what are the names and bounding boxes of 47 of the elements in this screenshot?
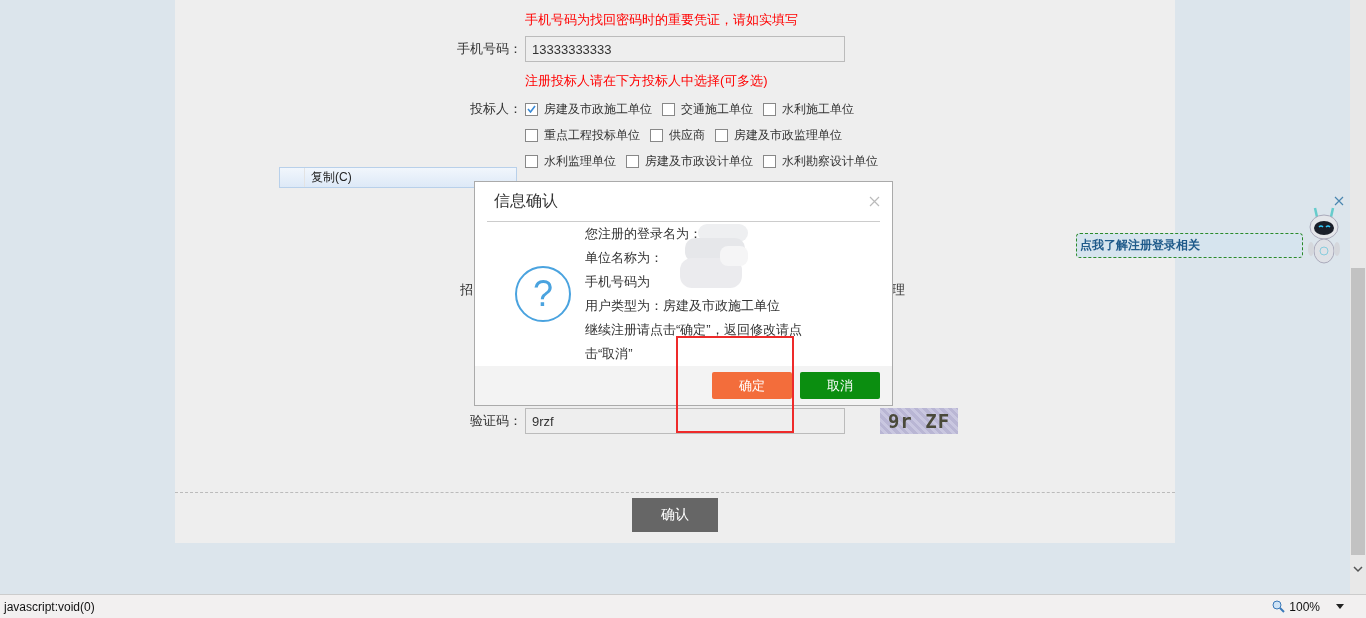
dialog-title: 信息确认	[494, 191, 558, 211]
scroll-down-icon[interactable]	[1353, 566, 1363, 573]
ok-button[interactable]: 确定	[712, 372, 792, 399]
field-label: 验证码：	[470, 412, 523, 430]
menu-item[interactable]: 复制(C)	[304, 168, 352, 187]
checkbox[interactable]	[763, 154, 776, 168]
caret-icon[interactable]	[1336, 604, 1344, 609]
checkbox-label: 水利监理单位	[544, 152, 616, 170]
dialog-text: 用户类型为：房建及市政施工单位	[585, 297, 781, 315]
checkbox[interactable]	[715, 128, 728, 142]
checkbox-label: 房建及市政监理单位	[734, 126, 842, 144]
checkbox-label: 水利施工单位	[782, 100, 854, 118]
captcha-field[interactable]: 9rzf	[525, 408, 845, 434]
phone-field[interactable]: 13333333333	[525, 36, 845, 62]
phone-hint: 手机号码为找回密码时的重要凭证，请如实填写	[525, 11, 799, 29]
dialog-text: 继续注册请点击“确定”，返回修改请点击“取消”	[585, 321, 803, 363]
checkbox-label: 重点工程投标单位	[544, 126, 640, 144]
checkbox-label: 供应商	[669, 126, 705, 144]
checkbox[interactable]	[525, 154, 538, 168]
dialog-text: 手机号码为	[585, 273, 651, 291]
captcha-image[interactable]: 9r ZF	[880, 408, 958, 434]
help-bubble[interactable]: 点我了解注册登录相关	[1076, 233, 1303, 258]
scrollbar[interactable]	[1350, 0, 1366, 594]
bidder-hint: 注册投标人请在下方投标人中选择(可多选)	[525, 72, 769, 90]
checkbox-label: 交通施工单位	[681, 100, 753, 118]
zoom-icon[interactable]	[1272, 600, 1286, 613]
checkbox[interactable]	[525, 102, 538, 116]
confirm-button[interactable]: 确认	[632, 498, 718, 532]
field-label: 投标人：	[470, 100, 523, 118]
status-url: javascript:void(0)	[4, 599, 95, 614]
field-label: 招	[460, 281, 473, 299]
checkbox[interactable]	[662, 102, 675, 116]
checkbox[interactable]	[650, 128, 663, 142]
checkbox-label: 水利勘察设计单位	[782, 152, 878, 170]
field-label: 手机号码：	[457, 40, 523, 58]
checkbox[interactable]	[763, 102, 776, 116]
zoom-level[interactable]: 100%	[1289, 599, 1320, 614]
close-icon[interactable]	[1334, 196, 1344, 206]
close-icon[interactable]	[869, 196, 880, 207]
checkbox[interactable]	[626, 154, 639, 168]
checkbox-label: 房建及市政施工单位	[544, 100, 652, 118]
question-icon: ?	[515, 266, 571, 322]
checkbox-label: 房建及市政设计单位	[645, 152, 753, 170]
dialog-text: 您注册的登录名为：	[585, 225, 703, 243]
cancel-button[interactable]: 取消	[800, 372, 880, 399]
dialog-text: 单位名称为：	[585, 249, 664, 267]
checkbox[interactable]	[525, 128, 538, 142]
